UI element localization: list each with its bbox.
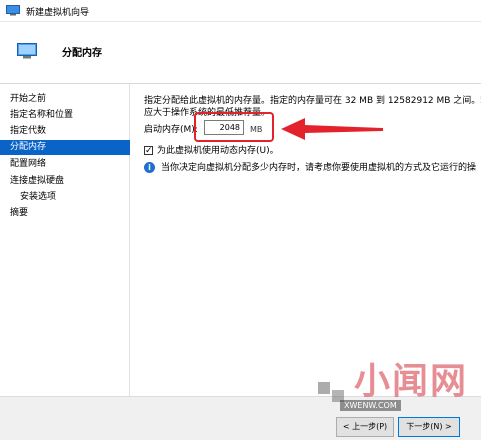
info-text: 当你决定向虚拟机分配多少内存时，请考虑你要使用虚拟机的方式及它运行的操 — [161, 163, 477, 173]
main-panel: 指定分配给此虚拟机的内存量。指定的内存量可在 32 MB 到 12582912 … — [131, 84, 481, 396]
previous-button[interactable]: < 上一步(P) — [336, 417, 394, 437]
red-arrow-annotation — [281, 118, 383, 140]
highlight-box — [194, 112, 274, 142]
nav-item-assign-memory[interactable]: 分配内存 — [0, 140, 130, 155]
memory-info: i 当你决定向虚拟机分配多少内存时，请考虑你要使用虚拟机的方式及它运行的操 — [144, 162, 476, 176]
next-button[interactable]: 下一步(N) > — [398, 417, 460, 437]
info-icon: i — [144, 162, 155, 173]
nav-item-before-you-begin[interactable]: 开始之前 — [0, 92, 130, 107]
nav-item-virtual-disk[interactable]: 连接虚拟硬盘 — [0, 174, 130, 189]
dynamic-memory-checkbox[interactable] — [144, 144, 153, 158]
startup-memory-label: 启动内存(M): — [144, 125, 198, 135]
wizard-footer: < 上一步(P) 下一步(N) > — [0, 396, 481, 440]
nav-item-networking[interactable]: 配置网络 — [0, 157, 130, 172]
wizard-steps-nav: 开始之前 指定名称和位置 指定代数 分配内存 配置网络 连接虚拟硬盘 安装选项 … — [0, 84, 130, 396]
dynamic-memory-label: 为此虚拟机使用动态内存(U)。 — [157, 146, 279, 156]
description-line-1: 指定分配给此虚拟机的内存量。指定的内存量可在 32 MB 到 12582912 … — [144, 96, 481, 106]
dynamic-memory-option[interactable]: 为此虚拟机使用动态内存(U)。 — [144, 144, 279, 158]
monitor-icon — [17, 43, 37, 59]
nav-item-generation[interactable]: 指定代数 — [0, 124, 130, 139]
nav-item-name-location[interactable]: 指定名称和位置 — [0, 108, 130, 123]
page-title: 分配内存 — [62, 48, 102, 59]
nav-item-summary[interactable]: 摘要 — [0, 206, 130, 221]
window-title: 新建虚拟机向导 — [26, 8, 90, 18]
title-bar: 新建虚拟机向导 — [0, 0, 481, 22]
nav-item-install-options[interactable]: 安装选项 — [0, 190, 130, 205]
wizard-header: 分配内存 — [0, 22, 481, 84]
window-app-icon — [6, 5, 20, 16]
